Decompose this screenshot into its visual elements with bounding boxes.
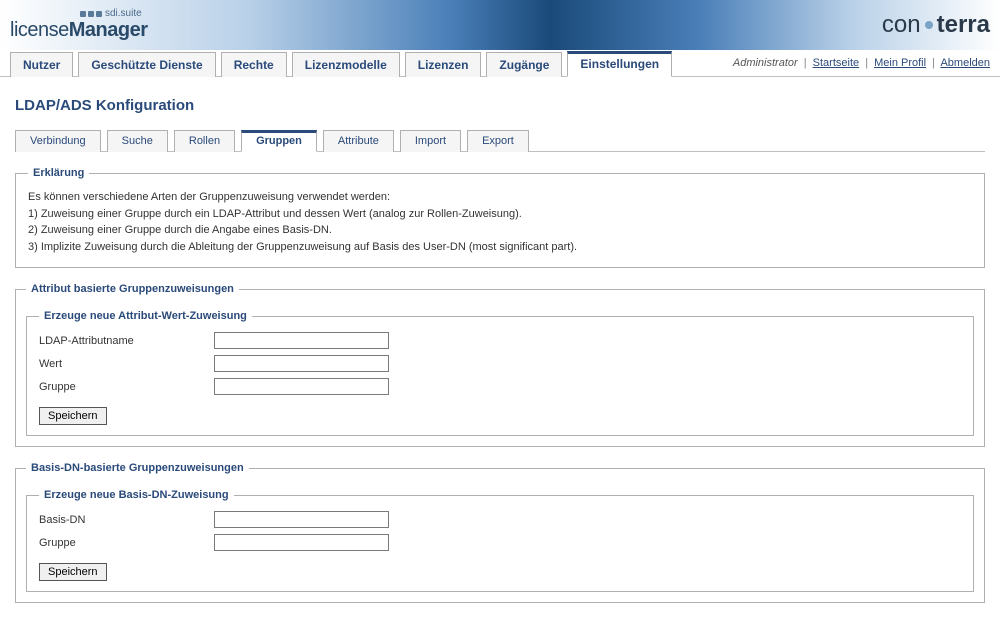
link-separator: |: [932, 57, 935, 69]
attribute-group-fieldset: Attribut basierte Gruppenzuweisungen Erz…: [15, 283, 985, 447]
suite-text: sdi.suite: [105, 8, 142, 19]
new-basedn-fieldset: Erzeuge neue Basis-DN-Zuweisung Basis-DN…: [26, 489, 974, 592]
explanation-line2: 2) Zuweisung einer Gruppe durch die Anga…: [28, 222, 972, 239]
ldap-attr-name-input[interactable]: [214, 332, 389, 349]
explanation-text: Es können verschiedene Arten der Gruppen…: [28, 189, 972, 255]
basedn-label: Basis-DN: [39, 514, 214, 526]
product-bold: Manager: [69, 19, 148, 41]
basedn-group-fieldset: Basis-DN-basierte Gruppenzuweisungen Erz…: [15, 462, 985, 603]
basedn-group-legend: Basis-DN-basierte Gruppenzuweisungen: [26, 462, 249, 474]
nav-tab-lizenzen[interactable]: Lizenzen: [405, 52, 482, 77]
main-nav: Nutzer Geschützte Dienste Rechte Lizenzm…: [0, 50, 1000, 77]
explanation-fieldset: Erklärung Es können verschiedene Arten d…: [15, 167, 985, 268]
suite-dots-icon: [80, 11, 102, 17]
link-separator: |: [865, 57, 868, 69]
form-row: Gruppe: [39, 534, 961, 551]
new-attr-value-fieldset: Erzeuge neue Attribut-Wert-Zuweisung LDA…: [26, 310, 974, 436]
explanation-legend: Erklärung: [28, 167, 89, 179]
brand-logo: con terra: [882, 11, 990, 39]
current-user-label: Administrator: [733, 57, 798, 69]
new-basedn-legend: Erzeuge neue Basis-DN-Zuweisung: [39, 489, 234, 501]
sub-tab-suche[interactable]: Suche: [107, 130, 168, 152]
nav-tab-einstellungen[interactable]: Einstellungen: [567, 51, 672, 77]
explanation-line3: 3) Implizite Zuweisung durch die Ableitu…: [28, 239, 972, 256]
nav-tab-lizenzmodelle[interactable]: Lizenzmodelle: [292, 52, 400, 77]
explanation-intro: Es können verschiedene Arten der Gruppen…: [28, 189, 972, 206]
group-input[interactable]: [214, 378, 389, 395]
sub-tab-verbindung[interactable]: Verbindung: [15, 130, 101, 152]
brand-suffix: terra: [937, 11, 990, 39]
basedn-input[interactable]: [214, 511, 389, 528]
sub-tab-attribute[interactable]: Attribute: [323, 130, 394, 152]
suite-label: sdi.suite: [80, 8, 142, 19]
save-button-2[interactable]: Speichern: [39, 563, 107, 581]
sub-tab-import[interactable]: Import: [400, 130, 461, 152]
link-logout[interactable]: Abmelden: [940, 57, 990, 69]
sub-nav: Verbindung Suche Rollen Gruppen Attribut…: [15, 129, 985, 152]
nav-tab-rechte[interactable]: Rechte: [221, 52, 287, 77]
nav-tab-zugaenge[interactable]: Zugänge: [486, 52, 562, 77]
attribute-group-legend: Attribut basierte Gruppenzuweisungen: [26, 283, 239, 295]
page-title: LDAP/ADS Konfiguration: [15, 97, 985, 114]
brand-prefix: con: [882, 11, 921, 39]
product-name: licenseManager: [10, 19, 148, 42]
ldap-attr-name-label: LDAP-Attributname: [39, 335, 214, 347]
nav-tab-nutzer[interactable]: Nutzer: [10, 52, 73, 77]
form-row: Wert: [39, 355, 961, 372]
sub-tab-gruppen[interactable]: Gruppen: [241, 130, 317, 152]
form-row: LDAP-Attributname: [39, 332, 961, 349]
link-home[interactable]: Startseite: [813, 57, 859, 69]
value-label: Wert: [39, 358, 214, 370]
sub-tab-export[interactable]: Export: [467, 130, 529, 152]
save-button[interactable]: Speichern: [39, 407, 107, 425]
explanation-line1: 1) Zuweisung einer Gruppe durch ein LDAP…: [28, 206, 972, 223]
brand-dot-icon: [925, 21, 933, 29]
product-prefix: license: [10, 19, 69, 41]
banner-left: sdi.suite licenseManager: [10, 8, 148, 42]
form-row: Gruppe: [39, 378, 961, 395]
link-profile[interactable]: Mein Profil: [874, 57, 926, 69]
page-content: LDAP/ADS Konfiguration Verbindung Suche …: [0, 77, 1000, 628]
nav-tab-dienste[interactable]: Geschützte Dienste: [78, 52, 215, 77]
value-input[interactable]: [214, 355, 389, 372]
group-label-2: Gruppe: [39, 537, 214, 549]
new-attr-value-legend: Erzeuge neue Attribut-Wert-Zuweisung: [39, 310, 252, 322]
header-banner: sdi.suite licenseManager con terra: [0, 0, 1000, 50]
group-input-2[interactable]: [214, 534, 389, 551]
form-row: Basis-DN: [39, 511, 961, 528]
top-right-links: Administrator | Startseite | Mein Profil…: [723, 52, 1000, 74]
link-separator: |: [804, 57, 807, 69]
group-label: Gruppe: [39, 381, 214, 393]
sub-tab-rollen[interactable]: Rollen: [174, 130, 235, 152]
